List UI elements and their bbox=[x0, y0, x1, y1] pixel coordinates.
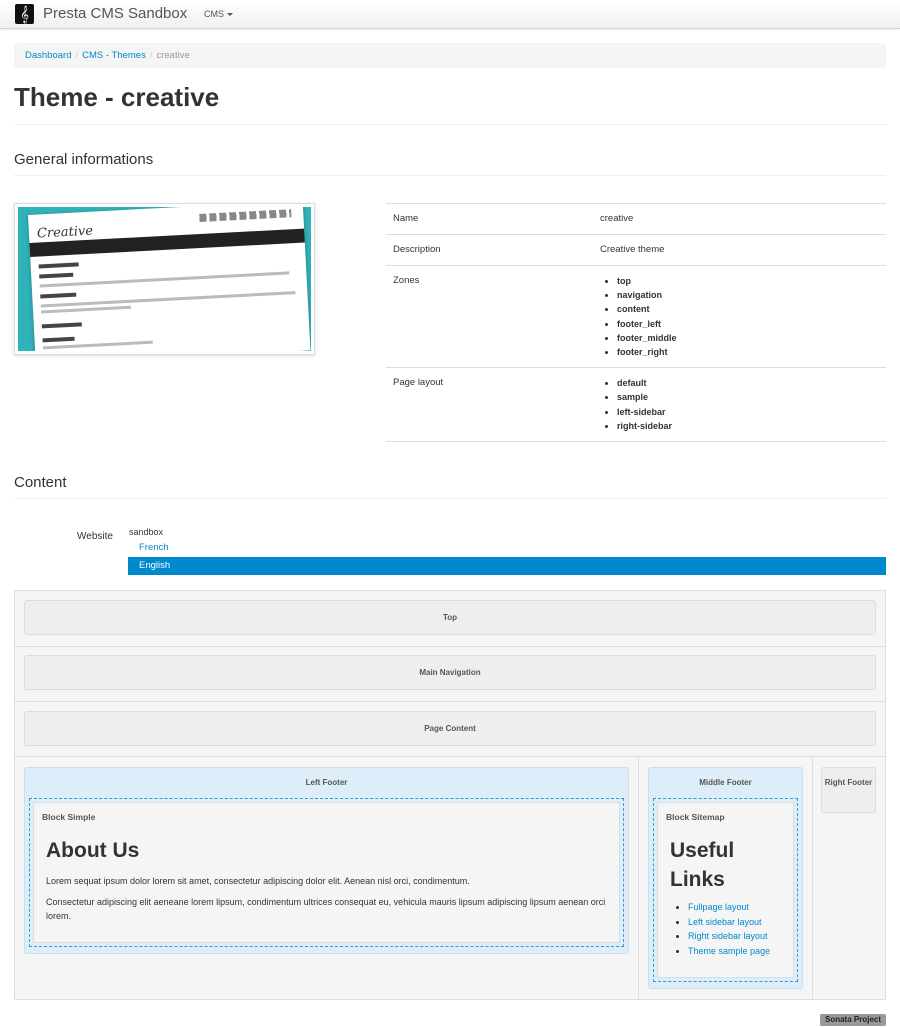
breadcrumb-separator: / bbox=[75, 50, 79, 61]
block-sitemap-title: Block Sitemap bbox=[666, 812, 725, 822]
right-sidebar-layout-link[interactable]: Right sidebar layout bbox=[688, 931, 768, 941]
zone-top[interactable]: Top bbox=[24, 600, 876, 635]
list-item: footer_left bbox=[617, 317, 879, 331]
breadcrumb-separator: / bbox=[149, 50, 153, 61]
middle-footer-title: Middle Footer bbox=[699, 778, 752, 787]
about-us-paragraph: Lorem sequat ipsum dolor lorem sit amet,… bbox=[46, 876, 470, 886]
about-us-heading: About Us bbox=[46, 839, 140, 862]
divider bbox=[14, 498, 886, 499]
block-simple-title: Block Simple bbox=[42, 812, 96, 822]
column-divider bbox=[812, 757, 813, 999]
theme-preview-image: Creative bbox=[18, 207, 311, 351]
block-simple[interactable]: Block Simple About Us Lorem sequat ipsum… bbox=[33, 802, 620, 943]
name-value: creative bbox=[593, 203, 886, 235]
zones-list: top navigation content footer_left foote… bbox=[600, 274, 879, 359]
block-sitemap-wrapper: Block Sitemap Useful Links Fullpage layo… bbox=[653, 798, 798, 982]
presta-logo-icon[interactable]: 𝄞 bbox=[15, 4, 34, 24]
theme-details-table: Name creative Description Creative theme… bbox=[386, 203, 886, 443]
theme-sample-page-link[interactable]: Theme sample page bbox=[688, 946, 770, 956]
language-option-english[interactable]: English bbox=[128, 557, 886, 575]
about-us-paragraph: Consectetur adipiscing elit aeneane lore… bbox=[46, 897, 606, 921]
divider bbox=[14, 175, 886, 176]
page-title: Theme - creative bbox=[14, 82, 220, 112]
zone-page-content[interactable]: Page Content bbox=[24, 711, 876, 746]
list-item: footer_middle bbox=[617, 331, 879, 345]
theme-layout-preview: Top Main Navigation Page Content Left Fo… bbox=[14, 590, 886, 1000]
sonata-project-badge[interactable]: Sonata Project bbox=[820, 1014, 886, 1026]
breadcrumb: Dashboard / CMS - Themes / creative bbox=[14, 43, 886, 68]
website-name: sandbox bbox=[129, 527, 164, 537]
right-footer-title: Right Footer bbox=[824, 778, 873, 787]
preview-line bbox=[39, 271, 290, 288]
table-row: Page layout default sample left-sidebar … bbox=[386, 367, 886, 443]
block-simple-wrapper: Block Simple About Us Lorem sequat ipsum… bbox=[29, 798, 624, 947]
theme-thumbnail: Creative bbox=[14, 203, 315, 355]
layout-row-navigation: Main Navigation bbox=[15, 647, 885, 702]
language-option-french[interactable]: French bbox=[128, 539, 886, 557]
list-item: sample bbox=[617, 390, 879, 404]
preview-line bbox=[40, 292, 77, 299]
divider bbox=[14, 124, 886, 125]
social-icons bbox=[199, 209, 292, 223]
list-item: Left sidebar layout bbox=[688, 915, 770, 930]
chevron-down-icon bbox=[227, 13, 233, 17]
list-item: footer_right bbox=[617, 345, 879, 359]
table-row: Name creative bbox=[386, 203, 886, 235]
name-label: Name bbox=[386, 203, 593, 235]
description-label: Description bbox=[386, 234, 593, 266]
table-row: Zones top navigation content footer_left… bbox=[386, 264, 886, 368]
page-layout-label: Page layout bbox=[386, 367, 593, 443]
breadcrumb-dashboard[interactable]: Dashboard bbox=[25, 50, 71, 61]
brand-link[interactable]: Presta CMS Sandbox bbox=[43, 4, 187, 24]
theme-preview-page: Creative bbox=[28, 207, 311, 351]
cms-menu-dropdown[interactable]: CMS bbox=[204, 8, 233, 21]
useful-links-heading: Useful Links bbox=[670, 839, 735, 891]
preview-line bbox=[40, 291, 296, 308]
preview-line bbox=[41, 305, 132, 314]
content-heading: Content bbox=[14, 474, 67, 491]
page-layout-value: default sample left-sidebar right-sideba… bbox=[593, 367, 886, 443]
list-item: Theme sample page bbox=[688, 944, 770, 959]
block-sitemap[interactable]: Block Sitemap Useful Links Fullpage layo… bbox=[657, 802, 794, 978]
preview-line bbox=[42, 336, 75, 343]
zone-left-footer[interactable]: Left Footer Block Simple About Us Lorem … bbox=[24, 767, 629, 954]
website-label: Website bbox=[77, 531, 113, 542]
preview-line bbox=[41, 322, 82, 329]
fullpage-layout-link[interactable]: Fullpage layout bbox=[688, 902, 749, 912]
preview-line bbox=[39, 272, 74, 279]
list-item: right-sidebar bbox=[617, 419, 879, 433]
zones-label: Zones bbox=[386, 264, 593, 368]
description-value: Creative theme bbox=[593, 234, 886, 266]
list-item: left-sidebar bbox=[617, 405, 879, 419]
list-item: navigation bbox=[617, 288, 879, 302]
preview-line bbox=[42, 340, 153, 350]
zones-value: top navigation content footer_left foote… bbox=[593, 264, 886, 368]
theme-preview-title: Creative bbox=[36, 223, 94, 242]
top-navbar: 𝄞 Presta CMS Sandbox CMS bbox=[0, 0, 900, 29]
table-row: Description Creative theme bbox=[386, 234, 886, 266]
layout-row-footer: Left Footer Block Simple About Us Lorem … bbox=[15, 757, 885, 999]
left-footer-title: Left Footer bbox=[305, 778, 348, 787]
zone-right-footer[interactable]: Right Footer bbox=[821, 767, 876, 813]
general-informations-heading: General informations bbox=[14, 151, 154, 168]
zone-main-navigation[interactable]: Main Navigation bbox=[24, 655, 876, 690]
list-item: Fullpage layout bbox=[688, 900, 770, 915]
breadcrumb-current: creative bbox=[156, 50, 190, 61]
column-divider bbox=[638, 757, 639, 999]
layout-row-content: Page Content bbox=[15, 702, 885, 757]
list-item: Right sidebar layout bbox=[688, 929, 770, 944]
page-layout-list: default sample left-sidebar right-sideba… bbox=[600, 376, 879, 433]
list-item: content bbox=[617, 302, 879, 316]
list-item: default bbox=[617, 376, 879, 390]
sitemap-links: Fullpage layout Left sidebar layout Righ… bbox=[670, 900, 770, 958]
layout-row-top: Top bbox=[15, 591, 885, 647]
breadcrumb-cms-themes[interactable]: CMS - Themes bbox=[82, 50, 146, 61]
cms-menu-label: CMS bbox=[204, 9, 224, 19]
zone-middle-footer[interactable]: Middle Footer Block Sitemap Useful Links… bbox=[648, 767, 803, 989]
preview-line bbox=[38, 262, 79, 269]
list-item: top bbox=[617, 274, 879, 288]
left-sidebar-layout-link[interactable]: Left sidebar layout bbox=[688, 917, 762, 927]
